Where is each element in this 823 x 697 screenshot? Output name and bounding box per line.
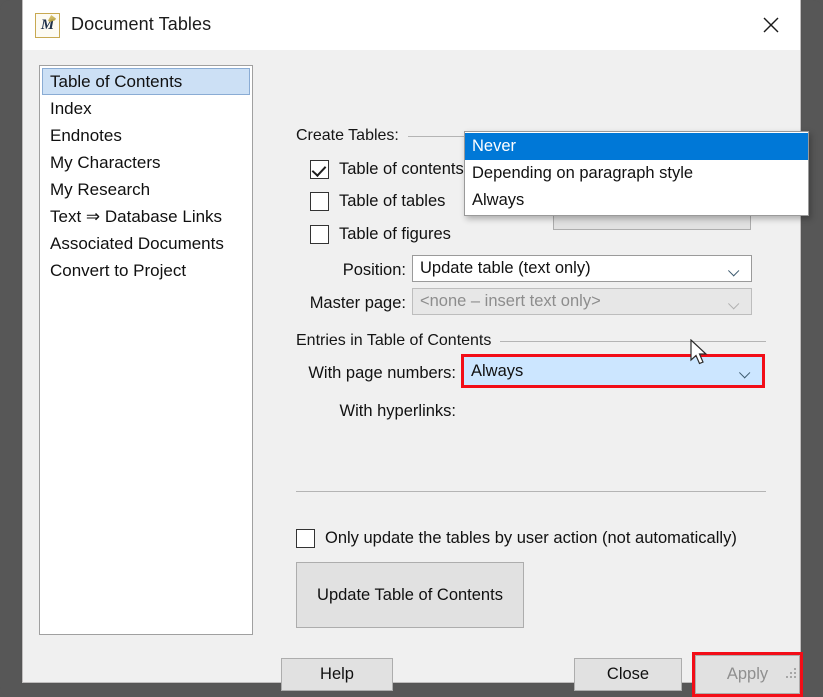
checkbox-box-only-update[interactable] xyxy=(296,529,315,548)
sidebar-item-endnotes[interactable]: Endnotes xyxy=(42,122,250,149)
with-hyperlinks-label: With hyperlinks: xyxy=(339,402,456,420)
update-table-of-contents-button[interactable]: Update Table of Contents xyxy=(296,562,524,628)
master-page-label: Master page: xyxy=(309,294,406,312)
section-divider xyxy=(296,491,766,492)
checkbox-label-table-of-tables: Table of tables xyxy=(339,192,446,210)
group-rule xyxy=(500,340,766,342)
sidebar-item-my-research[interactable]: My Research xyxy=(42,176,250,203)
with-page-numbers-label: With page numbers: xyxy=(308,364,456,382)
position-label: Position: xyxy=(342,261,406,279)
checkbox-label-table-of-contents: Table of contents xyxy=(339,160,464,178)
sidebar-item-index[interactable]: Index xyxy=(42,95,250,122)
dropdown-option-never[interactable]: Never xyxy=(465,133,808,160)
resize-grip[interactable] xyxy=(783,665,796,678)
manuscript-quill-icon: M xyxy=(35,13,60,38)
with-page-numbers-dropdown-list[interactable]: Never Depending on paragraph style Alway… xyxy=(464,131,809,216)
entries-group-label: Entries in Table of Contents xyxy=(296,332,492,349)
checkbox-box-table-of-contents[interactable] xyxy=(310,160,329,179)
position-combobox[interactable]: Update table (text only) xyxy=(412,255,752,282)
checkbox-table-of-figures[interactable]: Table of figures xyxy=(310,225,451,244)
close-icon[interactable] xyxy=(742,0,800,50)
checkbox-only-update-by-user-action[interactable]: Only update the tables by user action (n… xyxy=(296,529,737,548)
checkbox-box-table-of-figures[interactable] xyxy=(310,225,329,244)
title-bar: M Document Tables xyxy=(23,0,800,50)
master-page-combobox: <none – insert text only> xyxy=(412,288,752,315)
create-tables-group-label: Create Tables: xyxy=(296,127,399,144)
page-title: Document Tables xyxy=(71,14,212,34)
entries-group-header: Entries in Table of Contents xyxy=(296,332,766,350)
checkbox-box-table-of-tables[interactable] xyxy=(310,192,329,211)
chevron-down-icon xyxy=(730,266,741,273)
master-page-combobox-value: <none – insert text only> xyxy=(420,292,601,310)
document-tables-dialog: M Document Tables Table of Contents Inde… xyxy=(22,0,809,697)
close-button-footer[interactable]: Close xyxy=(574,658,682,691)
checkbox-label-table-of-figures: Table of figures xyxy=(339,225,451,243)
chevron-down-icon xyxy=(741,368,752,375)
dropdown-option-depending-on-paragraph-style[interactable]: Depending on paragraph style xyxy=(465,160,808,187)
checkbox-table-of-contents[interactable]: Table of contents xyxy=(310,160,464,179)
sidebar-item-associated-documents[interactable]: Associated Documents xyxy=(42,230,250,257)
dialog-client-area: Table of Contents Index Endnotes My Char… xyxy=(23,50,809,697)
settings-pane: Create Tables: Table of contents Table o… xyxy=(276,50,809,682)
with-page-numbers-combobox[interactable]: Always xyxy=(461,354,765,388)
dropdown-option-always[interactable]: Always xyxy=(465,187,808,214)
sidebar-item-my-characters[interactable]: My Characters xyxy=(42,149,250,176)
position-combobox-value: Update table (text only) xyxy=(420,259,591,277)
checkbox-table-of-tables[interactable]: Table of tables xyxy=(310,192,445,211)
category-list[interactable]: Table of Contents Index Endnotes My Char… xyxy=(39,65,253,635)
with-page-numbers-value: Always xyxy=(471,361,524,380)
desktop-backdrop: M Document Tables Table of Contents Inde… xyxy=(0,0,823,697)
sidebar-item-convert-to-project[interactable]: Convert to Project xyxy=(42,257,250,284)
help-button[interactable]: Help xyxy=(281,658,393,691)
sidebar-item-text-database-links[interactable]: Text ⇒ Database Links xyxy=(42,203,250,230)
checkbox-label-only-update: Only update the tables by user action (n… xyxy=(325,529,737,547)
chevron-down-icon xyxy=(730,299,741,306)
sidebar-item-table-of-contents[interactable]: Table of Contents xyxy=(42,68,250,95)
